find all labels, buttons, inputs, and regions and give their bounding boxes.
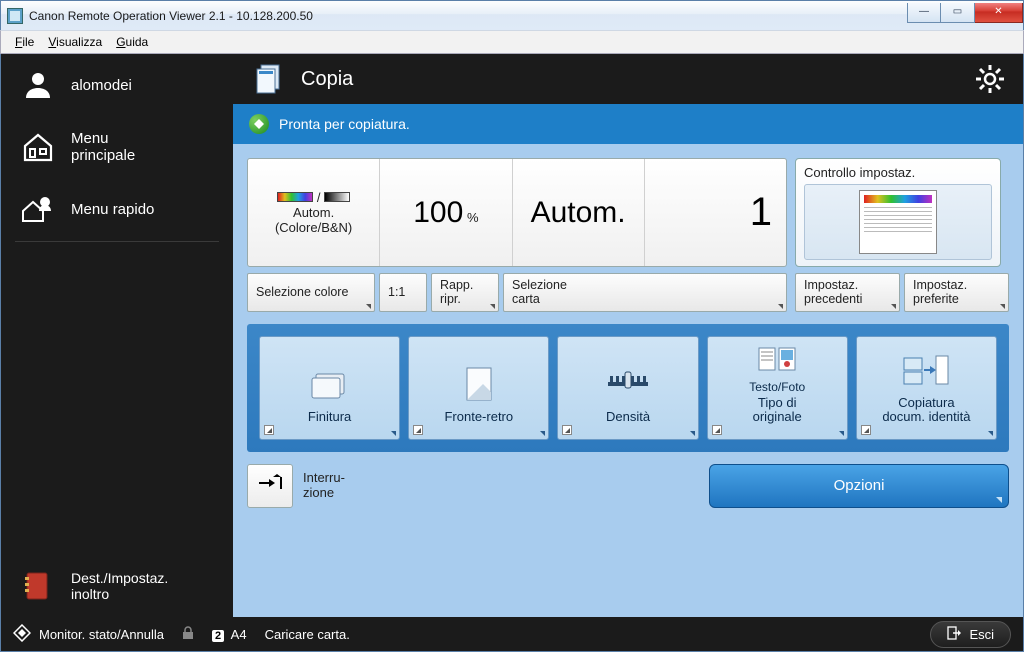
finishing-icon [306, 364, 354, 404]
quick-menu-icon [21, 193, 55, 227]
preview-page-icon [859, 190, 937, 254]
user-icon [21, 68, 55, 102]
grayscale-icon [324, 192, 350, 202]
app-icon [7, 8, 23, 24]
select-paper-button[interactable]: Selezionecarta [503, 273, 787, 312]
check-settings-label: Controllo impostaz. [804, 165, 915, 180]
tile-duplex[interactable]: Fronte-retro [408, 336, 549, 440]
menubar: FFileile VisualizzaVisualizza GuidaGuida [0, 30, 1024, 54]
maximize-button[interactable]: ▭ [941, 3, 975, 23]
one-to-one-button[interactable]: 1:1 [379, 273, 427, 312]
paper-indicator: 2 A4 [212, 627, 247, 642]
interrupt-icon [257, 474, 283, 497]
address-book-icon [21, 569, 55, 603]
sidebar: alomodei Menuprincipale Menu rapido Dest… [1, 54, 233, 617]
main-panel: Copia Pronta per copiatura. / Autom. [233, 54, 1023, 617]
minimize-button[interactable]: — [907, 3, 941, 23]
lock-icon [182, 626, 194, 643]
menu-file[interactable]: FFileile [15, 35, 34, 49]
status-ok-icon [249, 114, 269, 134]
close-button[interactable]: ✕ [975, 3, 1023, 23]
id-copy-icon [902, 350, 950, 390]
select-color-button[interactable]: Selezione colore [247, 273, 375, 312]
settings-gear-icon[interactable] [975, 64, 1005, 94]
client-area: alomodei Menuprincipale Menu rapido Dest… [0, 54, 1024, 652]
panel-title: Copia [301, 68, 353, 91]
copy-icon [251, 61, 287, 97]
copy-summary: / Autom. (Colore/B&N) 100 % Autom. 1 [247, 158, 787, 267]
monitor-status-button[interactable]: Monitor. stato/Annulla [13, 624, 164, 645]
feature-tiles: Finitura Fronte-retro Densità [247, 324, 1009, 452]
exit-button[interactable]: Esci [930, 621, 1011, 648]
previous-settings-button[interactable]: Impostaz.precedenti [795, 273, 900, 312]
summary-color: / Autom. (Colore/B&N) [248, 159, 380, 266]
settings-preview [804, 184, 992, 260]
status-text: Pronta per copiatura. [279, 116, 410, 132]
sidebar-home-label: Menuprincipale [71, 130, 135, 165]
copy-ratio-button[interactable]: Rapp.ripr. [431, 273, 499, 312]
status-strip: Pronta per copiatura. [233, 104, 1023, 144]
menu-view[interactable]: VisualizzaVisualizza [48, 35, 102, 49]
sidebar-user[interactable]: alomodei [1, 54, 233, 116]
window-buttons: — ▭ ✕ [907, 8, 1023, 23]
favorite-settings-button[interactable]: Impostaz.preferite [904, 273, 1009, 312]
summary-copies: 1 [645, 159, 786, 266]
duplex-icon [455, 364, 503, 404]
interrupt-button[interactable] [247, 464, 293, 508]
options-button[interactable]: Opzioni [709, 464, 1009, 508]
tile-density[interactable]: Densità [557, 336, 698, 440]
interrupt-group: Interru-zione [247, 464, 345, 508]
sidebar-home[interactable]: Menuprincipale [1, 116, 233, 179]
window-title: Canon Remote Operation Viewer 2.1 - 10.1… [29, 9, 313, 23]
sidebar-forward-label: Dest./Impostaz.inoltro [71, 570, 168, 602]
footer: Monitor. stato/Annulla 2 A4 Caricare car… [1, 617, 1023, 651]
exit-icon [947, 626, 961, 643]
tile-original-type[interactable]: Testo/Foto Tipo dioriginale [707, 336, 848, 440]
panel-header: Copia [233, 54, 1023, 104]
sidebar-user-label: alomodei [71, 77, 132, 94]
density-icon [604, 364, 652, 404]
window-titlebar: Canon Remote Operation Viewer 2.1 - 10.1… [0, 0, 1024, 30]
sidebar-quick-label: Menu rapido [71, 201, 154, 218]
check-settings-button[interactable]: Controllo impostaz. [795, 158, 1001, 267]
summary-ratio: 100 % [380, 159, 512, 266]
work-area: / Autom. (Colore/B&N) 100 % Autom. 1 [233, 144, 1023, 617]
interrupt-label: Interru-zione [303, 471, 345, 500]
sidebar-forward-settings[interactable]: Dest./Impostaz.inoltro [1, 555, 233, 617]
settings-buttons-row: Selezione colore 1:1 Rapp.ripr. Selezion… [247, 273, 787, 312]
color-spectrum-icon [277, 192, 313, 202]
menu-help[interactable]: GuidaGuida [116, 35, 148, 49]
load-paper-message: Caricare carta. [265, 627, 350, 642]
original-type-icon [753, 346, 801, 374]
monitor-icon [13, 624, 31, 645]
tile-finishing[interactable]: Finitura [259, 336, 400, 440]
tile-id-copy[interactable]: Copiaturadocum. identità [856, 336, 997, 440]
sidebar-quick-menu[interactable]: Menu rapido [1, 179, 233, 241]
home-icon [21, 130, 55, 164]
summary-paper: Autom. [513, 159, 645, 266]
